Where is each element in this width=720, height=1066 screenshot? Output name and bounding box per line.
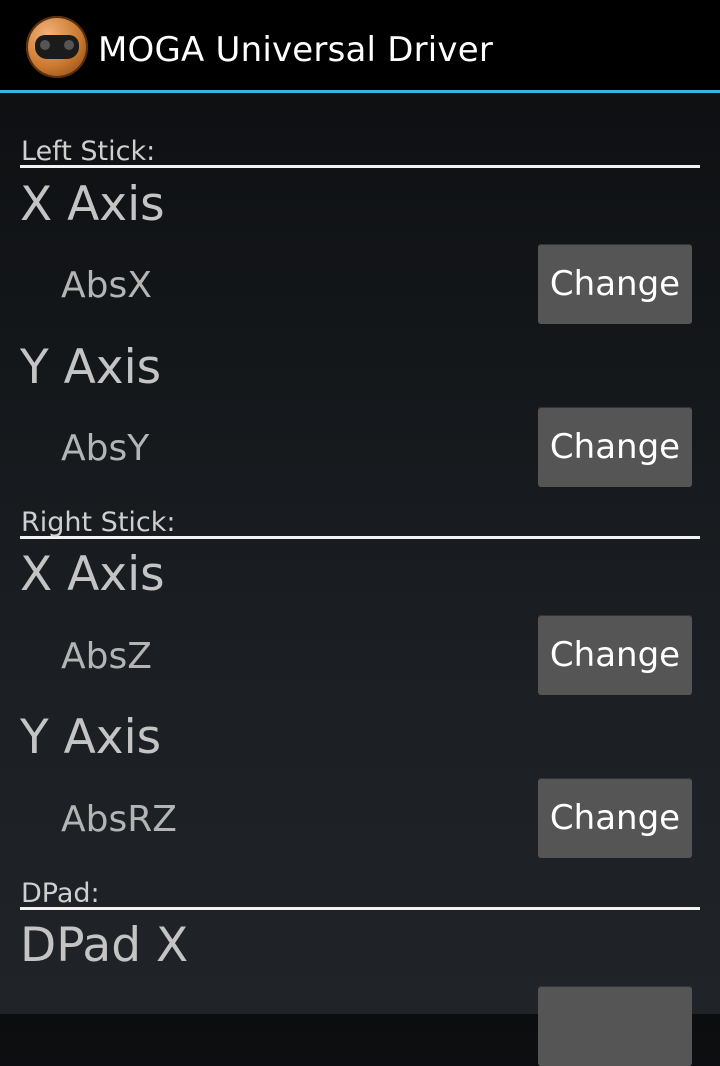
section-header-label: Left Stick: — [21, 136, 156, 167]
section-header-label: DPad: — [21, 878, 100, 909]
section-header-dpad: DPad: — [20, 874, 700, 910]
change-button-right-x[interactable]: Change — [538, 615, 692, 695]
section-header-label: Right Stick: — [21, 507, 176, 538]
app-title: MOGA Universal Driver — [98, 30, 494, 70]
axis-title-right-x: X Axis — [20, 547, 165, 602]
section-header-left-stick: Left Stick: — [20, 132, 700, 168]
change-button-left-x[interactable]: Change — [538, 244, 692, 324]
axis-title-right-y: Y Axis — [20, 710, 162, 765]
change-button-left-y[interactable]: Change — [538, 407, 692, 487]
axis-value-right-x: AbsZ — [61, 636, 152, 677]
section-header-right-stick: Right Stick: — [20, 503, 700, 539]
change-button-dpad-x[interactable] — [538, 986, 692, 1066]
axis-title-dpad-x: DPad X — [20, 918, 189, 973]
change-button-right-y[interactable]: Change — [538, 778, 692, 858]
axis-value-right-y: AbsRZ — [61, 799, 177, 840]
axis-value-left-x: AbsX — [61, 265, 152, 306]
axis-title-left-y: Y Axis — [20, 340, 162, 395]
action-bar: MOGA Universal Driver — [0, 0, 720, 93]
axis-value-left-y: AbsY — [61, 428, 150, 469]
axis-title-left-x: X Axis — [20, 177, 165, 232]
gamepad-app-icon[interactable] — [26, 16, 88, 78]
